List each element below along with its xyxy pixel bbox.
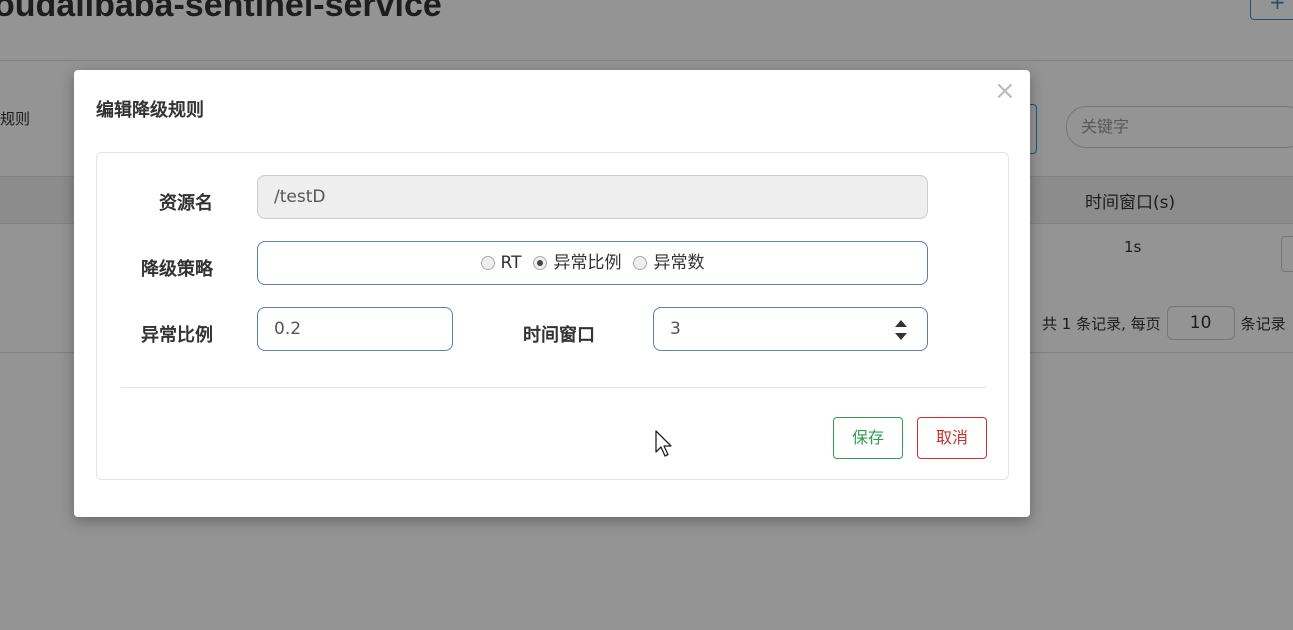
resource-name-field: /testD	[257, 175, 928, 219]
edit-degrade-rule-dialog: 编辑降级规则 × 资源名 /testD 降级策略 RT 异常比例 异常数 异常比…	[74, 70, 1030, 517]
stepper-up-icon[interactable]	[895, 320, 907, 327]
save-button[interactable]: 保存	[833, 417, 903, 459]
mouse-pointer-icon	[655, 430, 672, 457]
strategy-option-rt[interactable]: RT	[480, 242, 522, 284]
cancel-button[interactable]: 取消	[917, 417, 987, 459]
exception-ratio-label: 异常比例	[141, 325, 213, 346]
resource-name-label: 资源名	[159, 193, 213, 214]
stepper-down-icon[interactable]	[895, 333, 907, 340]
dialog-title: 编辑降级规则	[96, 100, 204, 121]
strategy-option-exception-count[interactable]: 异常数	[633, 242, 704, 284]
radio-unchecked-icon	[480, 256, 495, 270]
strategy-option-label: RT	[500, 253, 522, 273]
radio-checked-icon	[533, 256, 548, 270]
dialog-form: 资源名 /testD 降级策略 RT 异常比例 异常数 异常比例 0.2 时间窗…	[96, 152, 1009, 480]
close-icon[interactable]: ×	[994, 78, 1016, 104]
form-divider	[121, 387, 987, 388]
time-window-input[interactable]: 3	[653, 307, 928, 351]
radio-unchecked-icon	[633, 256, 648, 270]
strategy-option-exception-ratio[interactable]: 异常比例	[533, 242, 621, 284]
stepper-arrows-icon[interactable]	[895, 320, 907, 340]
strategy-option-label: 异常比例	[553, 253, 622, 273]
degrade-strategy-radio-group: RT 异常比例 异常数	[257, 241, 928, 285]
time-window-value: 3	[670, 319, 681, 339]
exception-ratio-input[interactable]: 0.2	[257, 307, 453, 351]
degrade-strategy-label: 降级策略	[141, 259, 213, 280]
time-window-label: 时间窗口	[523, 325, 595, 346]
strategy-option-label: 异常数	[653, 253, 705, 273]
